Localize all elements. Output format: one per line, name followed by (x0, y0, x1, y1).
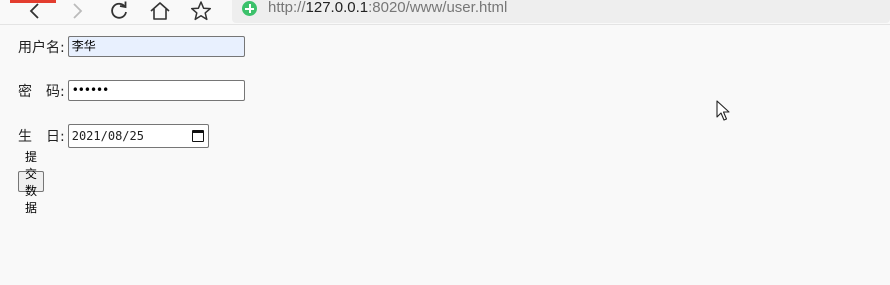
address-bar[interactable]: http://127.0.0.1:8020/www/user.html (232, 0, 890, 23)
birthday-date-input[interactable]: 2021/08/25 (67, 124, 209, 148)
password-input[interactable]: •••••• (67, 80, 245, 101)
arrow-right-icon (73, 3, 83, 19)
reload-button[interactable] (106, 0, 132, 22)
submit-button[interactable]: 提交数据 (18, 150, 45, 215)
username-label: 用户名: (18, 39, 65, 56)
username-input[interactable]: 李华 (67, 36, 245, 57)
birthday-label: 生 日: (18, 129, 65, 145)
bookmark-button[interactable] (188, 0, 214, 22)
arrow-left-icon (29, 3, 39, 19)
reload-icon (111, 1, 127, 19)
back-button[interactable] (22, 0, 48, 22)
browser-toolbar: http://127.0.0.1:8020/www/user.html (0, 0, 890, 25)
url-prefix: http:// (268, 0, 306, 16)
star-icon (190, 1, 212, 21)
home-button[interactable] (147, 0, 173, 22)
birthday-value: 2021/08/25 (71, 129, 144, 143)
shield-icon (242, 1, 257, 16)
url-path: :8020/www/user.html (368, 0, 508, 16)
home-icon (150, 2, 170, 20)
password-row: 密 码: •••••• (18, 80, 245, 101)
mouse-cursor-icon (716, 100, 730, 121)
forward-button[interactable] (64, 0, 90, 22)
password-label: 密 码: (18, 83, 65, 100)
calendar-icon[interactable] (191, 130, 204, 142)
url-text: http://127.0.0.1:8020/www/user.html (268, 0, 507, 16)
birthday-row: 生 日: 2021/08/25 (18, 124, 209, 148)
username-row: 用户名: 李华 (18, 36, 245, 57)
url-host: 127.0.0.1 (305, 0, 369, 16)
